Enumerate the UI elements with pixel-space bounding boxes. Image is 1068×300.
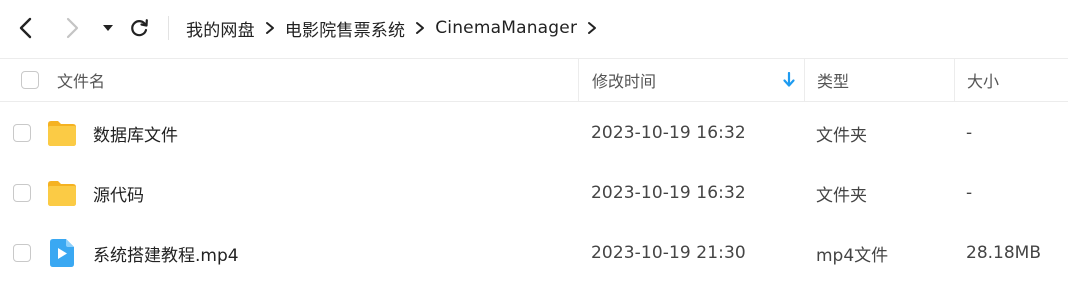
file-size: 28.18MB	[966, 243, 1041, 263]
history-dropdown-button[interactable]	[94, 14, 122, 42]
refresh-icon	[128, 17, 150, 39]
column-label-type: 类型	[817, 72, 850, 91]
forward-button[interactable]	[58, 14, 86, 42]
video-file-icon	[47, 239, 77, 267]
column-header-name[interactable]: 文件名	[0, 59, 578, 101]
navigation-toolbar: 我的网盘 电影院售票系统 CinemaManager	[0, 0, 1068, 56]
chevron-right-icon	[405, 18, 435, 38]
column-label-date: 修改时间	[592, 72, 657, 91]
column-header-type[interactable]: 类型	[804, 59, 954, 101]
row-checkbox[interactable]	[13, 184, 31, 202]
breadcrumb-item-my-drive[interactable]: 我的网盘	[186, 16, 255, 41]
back-button[interactable]	[12, 14, 40, 42]
table-row[interactable]: 数据库文件 2023-10-19 16:32 文件夹 -	[0, 103, 1068, 163]
column-header-date[interactable]: 修改时间	[578, 59, 804, 101]
file-type: 文件夹	[816, 125, 867, 146]
file-modified-date: 2023-10-19 16:32	[591, 123, 746, 143]
file-name[interactable]: 数据库文件	[93, 103, 178, 163]
select-all-checkbox[interactable]	[21, 71, 39, 89]
file-type: 文件夹	[816, 185, 867, 206]
chevron-right-icon	[577, 18, 607, 38]
file-name[interactable]: 源代码	[93, 163, 144, 223]
breadcrumb: 我的网盘 电影院售票系统 CinemaManager	[186, 0, 607, 56]
chevron-right-icon	[255, 18, 285, 38]
sort-descending-icon[interactable]	[782, 71, 796, 88]
file-type: mp4文件	[816, 245, 889, 266]
file-size: -	[966, 183, 973, 203]
refresh-button[interactable]	[125, 14, 153, 42]
file-table-header: 文件名 修改时间 类型 大小	[0, 58, 1068, 102]
file-modified-date: 2023-10-19 21:30	[591, 243, 746, 263]
file-modified-date: 2023-10-19 16:32	[591, 183, 746, 203]
column-header-size[interactable]: 大小	[954, 59, 1068, 101]
breadcrumb-item-cinemamanager[interactable]: CinemaManager	[435, 18, 577, 38]
row-checkbox[interactable]	[13, 124, 31, 142]
chevron-left-icon	[18, 17, 34, 39]
file-name[interactable]: 系统搭建教程.mp4	[93, 223, 239, 283]
breadcrumb-item-cinema-system[interactable]: 电影院售票系统	[285, 16, 405, 41]
table-row[interactable]: 系统搭建教程.mp4 2023-10-19 21:30 mp4文件 28.18M…	[0, 223, 1068, 283]
folder-icon	[47, 179, 77, 207]
column-label-name: 文件名	[57, 72, 106, 91]
folder-icon	[47, 119, 77, 147]
toolbar-divider	[168, 16, 169, 40]
row-checkbox[interactable]	[13, 244, 31, 262]
table-row[interactable]: 源代码 2023-10-19 16:32 文件夹 -	[0, 163, 1068, 223]
column-label-size: 大小	[967, 72, 1000, 91]
chevron-right-icon	[64, 17, 80, 39]
caret-down-icon	[102, 23, 114, 33]
file-size: -	[966, 123, 973, 143]
file-browser: 我的网盘 电影院售票系统 CinemaManager 文件名 修改时间 类型 大…	[0, 0, 1068, 300]
